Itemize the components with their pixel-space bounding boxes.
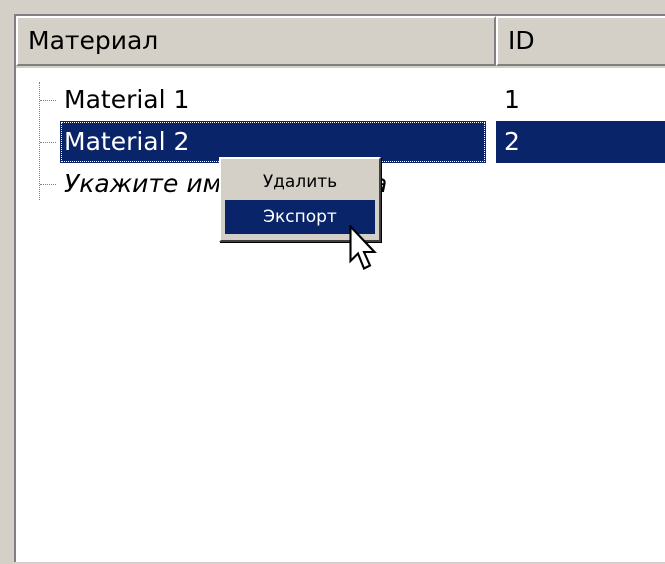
column-header-id[interactable]: ID: [496, 16, 665, 66]
material-id-cell: 2: [504, 127, 520, 156]
material-tree-view[interactable]: Материал ID Material 1 1 Material 2 2 Ук…: [14, 14, 665, 562]
tree-row-material-1[interactable]: Material 1 1: [16, 79, 665, 121]
selection-highlight: [496, 121, 665, 163]
menu-item-delete[interactable]: Удалить: [225, 165, 375, 199]
column-header-bar: Материал ID: [16, 16, 665, 68]
mouse-pointer-icon: [349, 225, 377, 270]
material-name-cell[interactable]: Material 1: [60, 79, 197, 121]
material-id-cell: 1: [504, 85, 520, 114]
column-header-material[interactable]: Материал: [16, 16, 496, 66]
